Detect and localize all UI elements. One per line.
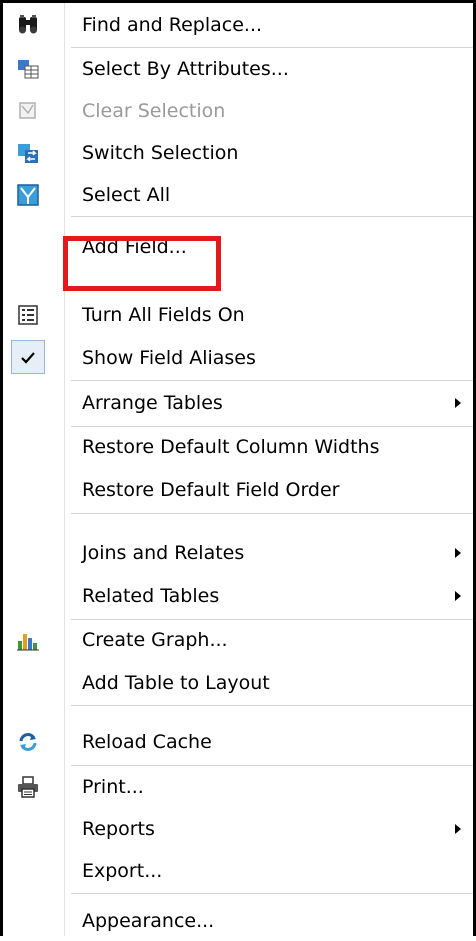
menu-item-label: Reports [82, 818, 155, 840]
menu-item-label: Joins and Relates [82, 542, 245, 564]
menu-item-export[interactable]: Export... [3, 851, 473, 891]
annotation-highlight-box [63, 236, 221, 291]
menu-item-select-by-attributes[interactable]: Select By Attributes... [3, 49, 473, 89]
menu-item-show-field-aliases[interactable]: Show Field Aliases [3, 338, 473, 378]
menu-item-label: Clear Selection [82, 100, 226, 122]
menu-separator [71, 705, 473, 706]
menu-separator [71, 765, 473, 766]
menu-item-label: Switch Selection [82, 142, 239, 164]
menu-item-add-table-to-layout[interactable]: Add Table to Layout [3, 663, 473, 703]
menu-item-label: Restore Default Column Widths [82, 436, 380, 458]
submenu-arrow-icon [455, 548, 461, 558]
menu-item-reports[interactable]: Reports [3, 809, 473, 849]
menu-separator [71, 47, 473, 48]
menu-item-label: Print... [82, 776, 144, 798]
submenu-arrow-icon [455, 591, 461, 601]
clear-selection-icon [17, 100, 39, 122]
select-all-icon [17, 184, 39, 206]
menu-item-turn-all-fields-on[interactable]: Turn All Fields On [3, 295, 473, 335]
menu-separator [71, 513, 473, 514]
menu-item-label: Select By Attributes... [82, 58, 289, 80]
menu-item-related-tables[interactable]: Related Tables [3, 576, 473, 616]
submenu-arrow-icon [455, 398, 461, 408]
menu-separator [71, 216, 473, 217]
menu-item-label: Turn All Fields On [82, 304, 245, 326]
menu-item-select-all[interactable]: Select All [3, 175, 473, 215]
table-options-menu: Find and Replace... Select By Attributes… [0, 0, 476, 936]
menu-item-switch-selection[interactable]: Switch Selection [3, 133, 473, 173]
menu-item-restore-default-column-widths[interactable]: Restore Default Column Widths [3, 427, 473, 467]
binoculars-icon [17, 14, 39, 36]
checkmark-icon [17, 347, 39, 369]
menu-item-label: Restore Default Field Order [82, 479, 340, 501]
menu-item-clear-selection[interactable]: Clear Selection [3, 91, 473, 131]
menu-item-arrange-tables[interactable]: Arrange Tables [3, 383, 473, 423]
menu-item-label: Appearance... [82, 910, 215, 932]
bar-graph-icon [17, 629, 39, 651]
menu-item-create-graph[interactable]: Create Graph... [3, 620, 473, 660]
menu-item-label: Add Table to Layout [82, 672, 270, 694]
menu-item-label: Select All [82, 184, 171, 206]
menu-separator [71, 893, 473, 894]
menu-item-joins-and-relates[interactable]: Joins and Relates [3, 533, 473, 573]
field-list-icon [17, 304, 39, 326]
menu-item-label: Related Tables [82, 585, 220, 607]
menu-item-reload-cache[interactable]: Reload Cache [3, 722, 473, 762]
reload-icon [17, 731, 39, 753]
printer-icon [17, 776, 39, 798]
select-by-attributes-icon [17, 58, 39, 80]
menu-item-find-and-replace[interactable]: Find and Replace... [3, 5, 473, 45]
submenu-arrow-icon [455, 824, 461, 834]
menu-item-label: Reload Cache [82, 731, 212, 753]
menu-item-appearance[interactable]: Appearance... [3, 901, 473, 941]
switch-selection-icon [17, 142, 39, 164]
menu-item-label: Find and Replace... [82, 14, 263, 36]
menu-item-label: Create Graph... [82, 629, 228, 651]
menu-item-label: Arrange Tables [82, 392, 223, 414]
menu-separator [71, 380, 473, 381]
menu-item-label: Export... [82, 860, 163, 882]
menu-item-print[interactable]: Print... [3, 767, 473, 807]
menu-item-restore-default-field-order[interactable]: Restore Default Field Order [3, 470, 473, 510]
menu-item-label: Show Field Aliases [82, 347, 256, 369]
